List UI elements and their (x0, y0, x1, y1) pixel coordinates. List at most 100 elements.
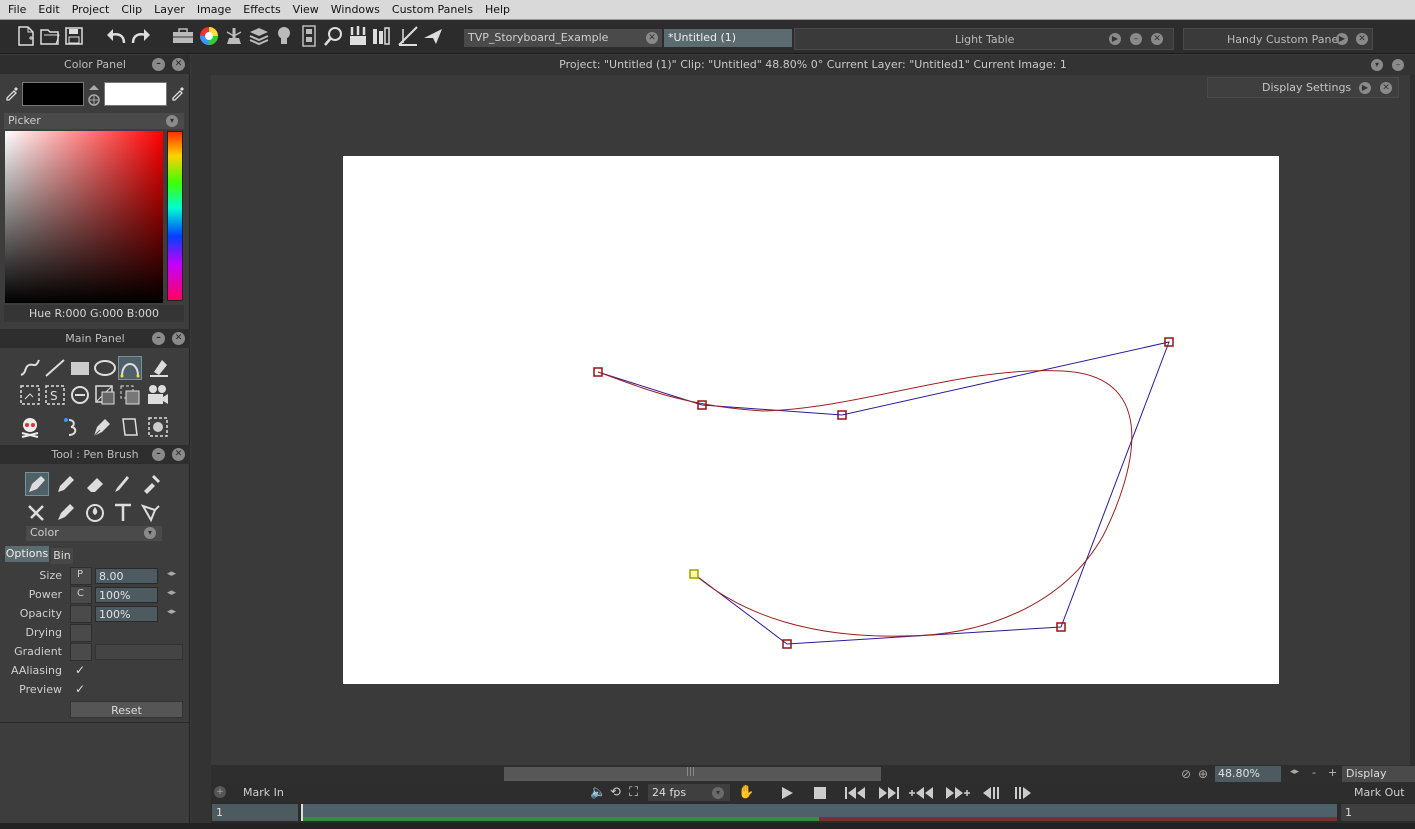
gradient-toggle[interactable] (70, 643, 92, 661)
fullscreen-icon[interactable]: ⛶ (629, 785, 638, 800)
paper-tool-icon[interactable] (118, 415, 142, 439)
ellipse-tool-icon[interactable] (93, 356, 117, 380)
airbrush-icon[interactable] (139, 472, 163, 496)
smudge-icon[interactable] (25, 500, 49, 524)
drying-toggle[interactable] (70, 624, 92, 642)
jog-hand-icon[interactable]: ✋ (738, 785, 754, 800)
play-icon[interactable]: ▶ (1336, 33, 1348, 45)
mark-in-label[interactable]: Mark In (243, 786, 284, 799)
play-icon[interactable] (780, 786, 794, 800)
menu-custom-panels[interactable]: Custom Panels (386, 0, 479, 20)
fill-tool-icon[interactable] (147, 356, 171, 380)
size-field[interactable]: 8.00 (95, 568, 158, 584)
play-icon[interactable]: ▶ (1359, 82, 1371, 94)
menu-help[interactable]: Help (479, 0, 516, 20)
lightbulb-icon[interactable] (272, 24, 296, 48)
secondary-color-swatch[interactable] (104, 82, 167, 106)
stop-icon[interactable] (813, 786, 827, 800)
tab-bin[interactable]: Bin (51, 548, 73, 564)
panel-splitter[interactable] (191, 55, 211, 829)
primary-color-swatch[interactable] (22, 82, 84, 106)
add-previous-icon[interactable] (908, 786, 934, 800)
slider-arrows-icon[interactable]: ◂▸ (167, 588, 176, 598)
previous-frame-icon[interactable] (980, 786, 1000, 800)
new-file-icon[interactable] (14, 24, 38, 48)
line-tool-icon[interactable] (43, 356, 67, 380)
next-frame-icon[interactable] (1014, 786, 1034, 800)
tab-options[interactable]: Options (5, 546, 49, 562)
library-icon[interactable] (370, 24, 394, 48)
film-strip-icon[interactable] (297, 24, 321, 48)
display-settings-panel[interactable]: Display Settings ▶ ✕ (1207, 77, 1399, 98)
end-frame-field[interactable]: 1 (1341, 804, 1415, 821)
crayon-icon[interactable] (54, 500, 78, 524)
light-table-panel-tab[interactable]: Light Table ▶ – ✕ (794, 28, 1174, 50)
color-wheel-icon[interactable] (197, 24, 221, 48)
power-field[interactable]: 100% (95, 587, 158, 603)
close-icon[interactable]: ✕ (172, 58, 185, 71)
saturation-value-square[interactable] (5, 131, 163, 303)
drawing-canvas[interactable] (343, 156, 1279, 684)
minimize-icon[interactable]: – (152, 58, 165, 71)
close-icon[interactable]: ✕ (1151, 33, 1163, 45)
skull-icon[interactable] (18, 415, 42, 439)
menu-windows[interactable]: Windows (325, 0, 386, 20)
menu-image[interactable]: Image (191, 0, 237, 20)
paper-plane-icon[interactable] (421, 24, 445, 48)
last-frame-icon[interactable] (878, 786, 900, 800)
close-icon[interactable]: ✕ (172, 332, 185, 345)
opacity-field[interactable]: 100% (95, 606, 158, 622)
chevron-down-icon[interactable]: ▾ (1371, 59, 1383, 71)
eraser-brush-icon[interactable] (83, 472, 107, 496)
preview-check[interactable]: ✓ (75, 682, 85, 696)
handy-custom-panel-tab[interactable]: Handy Custom Pane ▶ ✕ (1183, 28, 1373, 50)
minimize-icon[interactable]: – (152, 448, 165, 461)
hue-slider[interactable] (167, 131, 183, 301)
current-frame-field[interactable]: 1 (212, 804, 298, 821)
eraser-circle-icon[interactable] (68, 383, 92, 407)
layers-icon[interactable] (247, 24, 271, 48)
undo-icon[interactable] (104, 24, 128, 48)
close-icon[interactable]: ✕ (646, 32, 658, 44)
menu-project[interactable]: Project (66, 0, 116, 20)
stamp-selection-icon[interactable] (146, 415, 170, 439)
menu-view[interactable]: View (287, 0, 325, 20)
bezier-drawing[interactable] (343, 156, 1279, 684)
warp-tool-icon[interactable] (60, 415, 84, 439)
power-pressure-toggle[interactable]: C (70, 586, 92, 604)
paint-brush-icon[interactable] (111, 472, 135, 496)
fps-dropdown[interactable]: 24 fps ▾ (648, 784, 730, 801)
rotate-icon[interactable]: ⊘ (1181, 767, 1191, 781)
zoom-in-button[interactable]: + (1328, 766, 1337, 779)
menu-effects[interactable]: Effects (237, 0, 286, 20)
selection-s-icon[interactable]: S (43, 383, 67, 407)
slider-arrows-icon[interactable]: ◂▸ (167, 607, 176, 617)
freehand-line-icon[interactable] (18, 356, 42, 380)
eyedropper-icon[interactable] (170, 85, 186, 104)
special-brush-icon[interactable] (139, 500, 163, 524)
save-icon[interactable] (62, 24, 86, 48)
close-icon[interactable]: ✕ (172, 448, 185, 461)
open-file-icon[interactable] (38, 24, 62, 48)
tab-untitled[interactable]: *Untitled (1) (664, 29, 792, 47)
swap-colors-icon[interactable] (87, 84, 101, 109)
first-frame-icon[interactable] (844, 786, 866, 800)
text-tool-icon[interactable] (111, 500, 135, 524)
play-icon[interactable]: ▶ (1109, 33, 1121, 45)
close-icon[interactable]: ✕ (1380, 82, 1392, 94)
size-pressure-toggle[interactable]: P (70, 567, 92, 585)
pencil-brush-icon[interactable] (54, 472, 78, 496)
transform-tool-icon[interactable] (118, 383, 142, 407)
magnifier-icon[interactable] (322, 24, 346, 48)
menu-edit[interactable]: Edit (32, 0, 65, 20)
brush-mode-dropdown[interactable]: Color ▾ (26, 526, 162, 541)
add-icon[interactable]: + (214, 786, 226, 798)
add-next-icon[interactable] (945, 786, 971, 800)
menu-clip[interactable]: Clip (115, 0, 148, 20)
picker-dropdown[interactable]: Picker ▾ (4, 113, 184, 129)
stamp-icon[interactable] (222, 24, 246, 48)
slider-arrows-icon[interactable]: ◂▸ (167, 569, 176, 579)
zoom-field[interactable]: 48.80% (1215, 766, 1281, 782)
pen-nib-icon[interactable] (90, 415, 114, 439)
mark-out-label[interactable]: Mark Out (1354, 786, 1405, 799)
